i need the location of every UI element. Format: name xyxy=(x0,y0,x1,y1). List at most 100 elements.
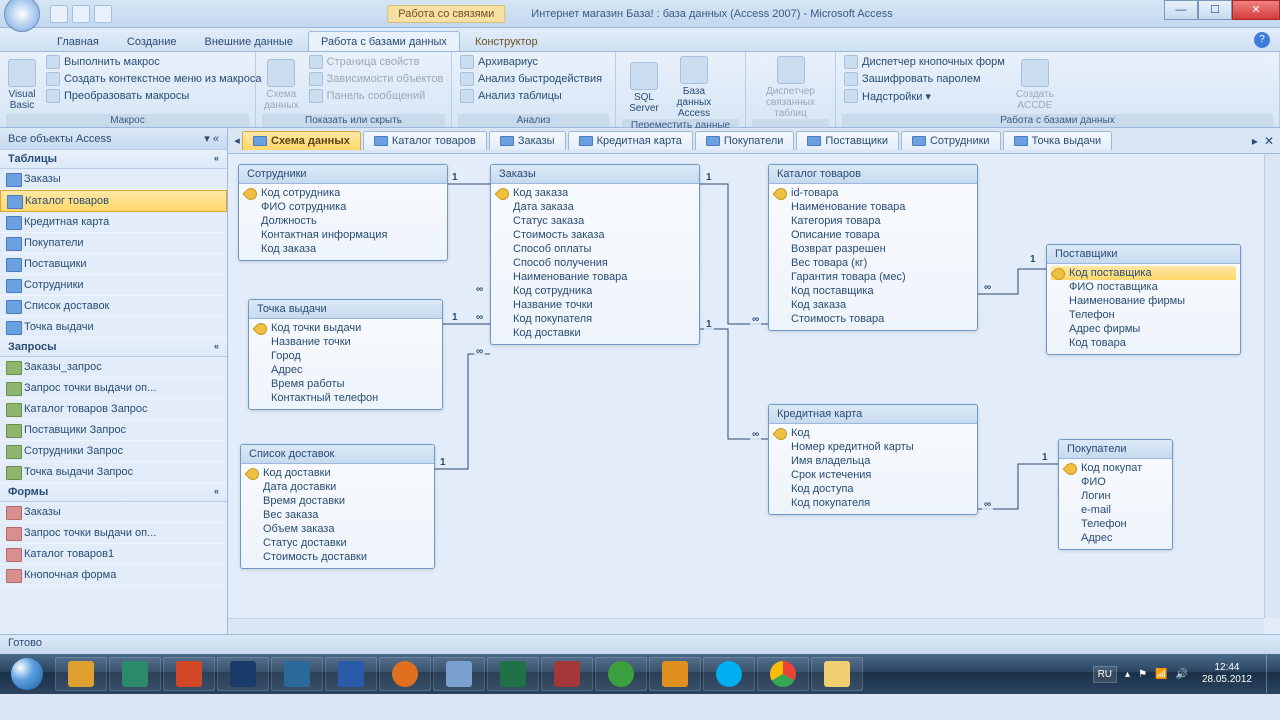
table-header[interactable]: Точка выдачи xyxy=(249,300,442,319)
taskbar-app-publisher[interactable] xyxy=(271,657,323,691)
horizontal-scrollbar[interactable] xyxy=(228,618,1264,634)
field[interactable]: Код доставки xyxy=(495,326,695,340)
field[interactable]: Срок истечения xyxy=(773,468,973,482)
field[interactable]: Описание товара xyxy=(773,228,973,242)
table-header[interactable]: Заказы xyxy=(491,165,699,184)
taskbar-app-excel[interactable] xyxy=(487,657,539,691)
table-katalog[interactable]: Каталог товаровid-товараНаименование тов… xyxy=(768,164,978,331)
field[interactable]: Телефон xyxy=(1051,308,1236,322)
minimize-button[interactable]: — xyxy=(1164,0,1198,20)
table-zakazy[interactable]: ЗаказыКод заказаДата заказаСтатус заказа… xyxy=(490,164,700,345)
close-tab-button[interactable]: ✕ xyxy=(1264,134,1274,148)
language-indicator[interactable]: RU xyxy=(1093,666,1117,683)
tab-scroll-right[interactable]: ▸ xyxy=(1252,134,1258,148)
field[interactable]: Код покупателя xyxy=(495,312,695,326)
nav-item[interactable]: Заказы xyxy=(0,169,227,190)
nav-item[interactable]: Список доставок xyxy=(0,296,227,317)
show-desktop-button[interactable] xyxy=(1266,655,1276,693)
nav-item[interactable]: Заказы_запрос xyxy=(0,357,227,378)
message-bar-button[interactable]: Панель сообщений xyxy=(307,88,446,104)
nav-item[interactable]: Точка выдачи xyxy=(0,317,227,338)
field[interactable]: Телефон xyxy=(1063,517,1168,531)
taskbar-app-explorer[interactable] xyxy=(811,657,863,691)
field[interactable]: Дата доставки xyxy=(245,480,430,494)
object-tab[interactable]: Заказы xyxy=(489,131,566,150)
property-sheet-button[interactable]: Страница свойств xyxy=(307,54,446,70)
table-header[interactable]: Каталог товаров xyxy=(769,165,977,184)
taskbar-app-utorrent[interactable] xyxy=(595,657,647,691)
field[interactable]: Способ получения xyxy=(495,256,695,270)
taskbar-app-word[interactable] xyxy=(325,657,377,691)
linked-table-mgr-button[interactable]: Диспетчер связанных таблиц xyxy=(752,54,829,119)
field[interactable]: Код доставки xyxy=(245,466,430,480)
nav-item[interactable]: Кнопочная форма xyxy=(0,565,227,586)
field[interactable]: Категория товара xyxy=(773,214,973,228)
dependencies-button[interactable]: Зависимости объектов xyxy=(307,71,446,87)
object-tab[interactable]: Каталог товаров xyxy=(363,131,487,150)
table-header[interactable]: Сотрудники xyxy=(239,165,447,184)
tab-create[interactable]: Создание xyxy=(114,31,190,51)
field[interactable]: Статус заказа xyxy=(495,214,695,228)
help-icon[interactable]: ? xyxy=(1254,32,1270,48)
field[interactable]: Код покупателя xyxy=(773,496,973,510)
tray-volume-icon[interactable]: 🔊 xyxy=(1175,669,1187,680)
switchboard-button[interactable]: Диспетчер кнопочных форм xyxy=(842,54,1007,70)
nav-item[interactable]: Сотрудники xyxy=(0,275,227,296)
object-tab[interactable]: Схема данных xyxy=(242,131,361,150)
field[interactable]: Адрес xyxy=(1063,531,1168,545)
tray-flag-icon[interactable]: ⚑ xyxy=(1138,669,1147,680)
field[interactable]: Контактная информация xyxy=(243,228,443,242)
make-accde-button[interactable]: Создать ACCDE xyxy=(1013,54,1057,114)
table-pokup[interactable]: ПокупателиКод покупатФИОЛогинe-mailТелеф… xyxy=(1058,439,1173,550)
object-tab[interactable]: Сотрудники xyxy=(901,131,1001,150)
field[interactable]: ФИО поставщика xyxy=(1051,280,1236,294)
field[interactable]: Название точки xyxy=(495,298,695,312)
nav-item[interactable]: Запрос точки выдачи оп... xyxy=(0,523,227,544)
field[interactable]: Код сотрудника xyxy=(243,186,443,200)
field[interactable]: Адрес xyxy=(253,363,438,377)
taskbar-app-firefox[interactable] xyxy=(379,657,431,691)
field[interactable]: Код точки выдачи xyxy=(253,321,438,335)
field[interactable]: Стоимость доставки xyxy=(245,550,430,564)
documenter-button[interactable]: Архивариус xyxy=(458,54,604,70)
nav-item[interactable]: Поставщики Запрос xyxy=(0,420,227,441)
nav-item[interactable]: Каталог товаров1 xyxy=(0,544,227,565)
field[interactable]: Код доступа xyxy=(773,482,973,496)
tab-database-tools[interactable]: Работа с базами данных xyxy=(308,31,460,51)
taskbar-app-skype[interactable] xyxy=(703,657,755,691)
field[interactable]: Город xyxy=(253,349,438,363)
nav-item[interactable]: Каталог товаров xyxy=(0,190,227,212)
field[interactable]: Объем заказа xyxy=(245,522,430,536)
taskbar-app-access[interactable] xyxy=(541,657,593,691)
nav-item[interactable]: Каталог товаров Запрос xyxy=(0,399,227,420)
object-tab[interactable]: Точка выдачи xyxy=(1003,131,1113,150)
table-analyze-button[interactable]: Анализ таблицы xyxy=(458,88,604,104)
tab-home[interactable]: Главная xyxy=(44,31,112,51)
office-button[interactable] xyxy=(4,0,40,32)
nav-item[interactable]: Поставщики xyxy=(0,254,227,275)
field[interactable]: Должность xyxy=(243,214,443,228)
field[interactable]: Наименование фирмы xyxy=(1051,294,1236,308)
field[interactable]: Код заказа xyxy=(495,186,695,200)
field[interactable]: Имя владельца xyxy=(773,454,973,468)
tab-external[interactable]: Внешние данные xyxy=(192,31,306,51)
field[interactable]: Номер кредитной карты xyxy=(773,440,973,454)
field[interactable]: Код сотрудника xyxy=(495,284,695,298)
table-postav[interactable]: ПоставщикиКод поставщикаФИО поставщикаНа… xyxy=(1046,244,1241,355)
save-icon[interactable] xyxy=(50,5,68,23)
table-tochka[interactable]: Точка выдачиКод точки выдачиНазвание точ… xyxy=(248,299,443,410)
taskbar-app-paint[interactable] xyxy=(433,657,485,691)
close-button[interactable]: ✕ xyxy=(1232,0,1280,20)
table-header[interactable]: Кредитная карта xyxy=(769,405,977,424)
taskbar-app-photoshop[interactable] xyxy=(217,657,269,691)
relationships-canvas[interactable]: СотрудникиКод сотрудникаФИО сотрудникаДо… xyxy=(228,154,1280,634)
field[interactable]: Вес товара (кг) xyxy=(773,256,973,270)
field[interactable]: Код заказа xyxy=(773,298,973,312)
nav-item[interactable]: Запрос точки выдачи оп... xyxy=(0,378,227,399)
redo-icon[interactable] xyxy=(94,5,112,23)
context-menu-macro-button[interactable]: Создать контекстное меню из макроса xyxy=(44,71,264,87)
field[interactable]: Вес заказа xyxy=(245,508,430,522)
taskbar-app-winamp[interactable] xyxy=(649,657,701,691)
table-spisok[interactable]: Список доставокКод доставкиДата доставки… xyxy=(240,444,435,569)
performance-button[interactable]: Анализ быстродействия xyxy=(458,71,604,87)
